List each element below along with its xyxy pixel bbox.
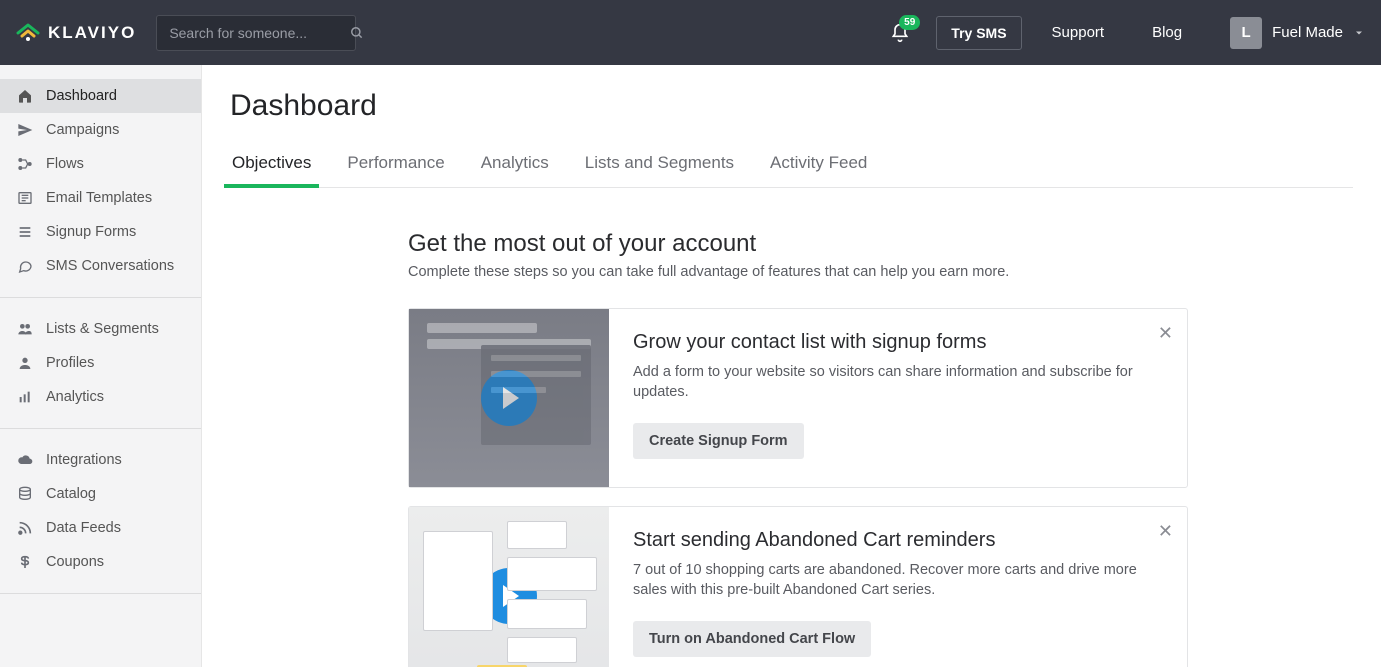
sidebar-item-signup-forms[interactable]: Signup Forms [0, 215, 201, 249]
thumbnail-deco [417, 317, 601, 479]
try-sms-button[interactable]: Try SMS [936, 16, 1021, 50]
sidebar-item-label: Analytics [46, 389, 104, 405]
sidebar-item-integrations[interactable]: Integrations [0, 443, 201, 477]
sidebar-item-label: Dashboard [46, 88, 117, 104]
newspaper-icon [16, 190, 34, 206]
app-header: KLAVIYO 59 Try SMS Support Blog L Fuel M… [0, 0, 1381, 65]
objective-card-abandoned-cart: ✕ Start sending Abandoned Cart reminders… [408, 506, 1188, 667]
sidebar-item-catalog[interactable]: Catalog [0, 477, 201, 511]
sidebar-separator [0, 593, 201, 594]
dollar-icon [16, 554, 34, 570]
section-subtitle: Complete these steps so you can take ful… [408, 264, 1188, 280]
brand-logo[interactable]: KLAVIYO [16, 21, 136, 45]
sidebar-item-label: Integrations [46, 452, 122, 468]
rss-icon [16, 520, 34, 536]
card-thumbnail[interactable] [409, 507, 609, 667]
tab-analytics[interactable]: Analytics [479, 143, 551, 187]
support-link[interactable]: Support [1052, 24, 1105, 41]
sidebar-item-coupons[interactable]: Coupons [0, 545, 201, 579]
objective-card-signup-forms: ✕ Grow your contact list with signup for… [408, 308, 1188, 488]
users-icon [16, 321, 34, 337]
tab-lists-segments[interactable]: Lists and Segments [583, 143, 736, 187]
brand-text: KLAVIYO [48, 23, 136, 43]
sidebar-item-label: Catalog [46, 486, 96, 502]
user-icon [16, 355, 34, 371]
page-title: Dashboard [230, 89, 1353, 123]
sidebar-item-label: Profiles [46, 355, 94, 371]
main-content: Dashboard Objectives Performance Analyti… [202, 65, 1381, 667]
sidebar-item-label: SMS Conversations [46, 258, 174, 274]
chat-icon [16, 258, 34, 274]
notification-count-badge: 59 [899, 15, 920, 30]
blog-link[interactable]: Blog [1152, 24, 1182, 41]
card-thumbnail[interactable] [409, 309, 609, 487]
account-menu[interactable]: L Fuel Made [1230, 17, 1365, 49]
paper-plane-icon [16, 122, 34, 138]
search-box[interactable] [156, 15, 356, 51]
database-icon [16, 486, 34, 502]
logo-mark-icon [16, 21, 40, 45]
card-title: Start sending Abandoned Cart reminders [633, 529, 1141, 552]
sidebar-item-email-templates[interactable]: Email Templates [0, 181, 201, 215]
search-input[interactable] [169, 25, 350, 41]
sidebar-separator [0, 297, 201, 298]
sidebar-item-label: Flows [46, 156, 84, 172]
bar-chart-icon [16, 389, 34, 405]
nodes-icon [16, 156, 34, 172]
sidebar-item-campaigns[interactable]: Campaigns [0, 113, 201, 147]
sidebar: Dashboard Campaigns Flows Email Template… [0, 65, 202, 667]
sidebar-item-data-feeds[interactable]: Data Feeds [0, 511, 201, 545]
sidebar-separator [0, 428, 201, 429]
card-description: Add a form to your website so visitors c… [633, 362, 1141, 403]
sidebar-item-profiles[interactable]: Profiles [0, 346, 201, 380]
tab-performance[interactable]: Performance [345, 143, 446, 187]
close-icon[interactable]: ✕ [1158, 323, 1173, 344]
sidebar-item-label: Coupons [46, 554, 104, 570]
avatar: L [1230, 17, 1262, 49]
sidebar-item-label: Data Feeds [46, 520, 121, 536]
tab-objectives[interactable]: Objectives [230, 143, 313, 187]
sidebar-item-label: Lists & Segments [46, 321, 159, 337]
sidebar-item-label: Campaigns [46, 122, 119, 138]
notifications-button[interactable]: 59 [890, 23, 910, 43]
create-signup-form-button[interactable]: Create Signup Form [633, 423, 804, 459]
section-title: Get the most out of your account [408, 230, 1188, 258]
sidebar-item-label: Signup Forms [46, 224, 136, 240]
cloud-icon [16, 452, 34, 468]
sidebar-item-analytics[interactable]: Analytics [0, 380, 201, 414]
sidebar-item-lists-segments[interactable]: Lists & Segments [0, 312, 201, 346]
sidebar-item-label: Email Templates [46, 190, 152, 206]
thumbnail-deco [417, 515, 601, 667]
card-title: Grow your contact list with signup forms [633, 331, 1141, 354]
list-icon [16, 224, 34, 240]
chevron-down-icon [1353, 27, 1365, 39]
sidebar-item-dashboard[interactable]: Dashboard [0, 79, 201, 113]
sidebar-item-sms-conversations[interactable]: SMS Conversations [0, 249, 201, 283]
tab-activity-feed[interactable]: Activity Feed [768, 143, 869, 187]
search-icon [350, 26, 364, 40]
close-icon[interactable]: ✕ [1158, 521, 1173, 542]
account-name: Fuel Made [1272, 24, 1343, 41]
tabs: Objectives Performance Analytics Lists a… [230, 143, 1353, 188]
home-icon [16, 88, 34, 104]
turn-on-abandoned-cart-button[interactable]: Turn on Abandoned Cart Flow [633, 621, 871, 657]
card-description: 7 out of 10 shopping carts are abandoned… [633, 560, 1141, 601]
sidebar-item-flows[interactable]: Flows [0, 147, 201, 181]
